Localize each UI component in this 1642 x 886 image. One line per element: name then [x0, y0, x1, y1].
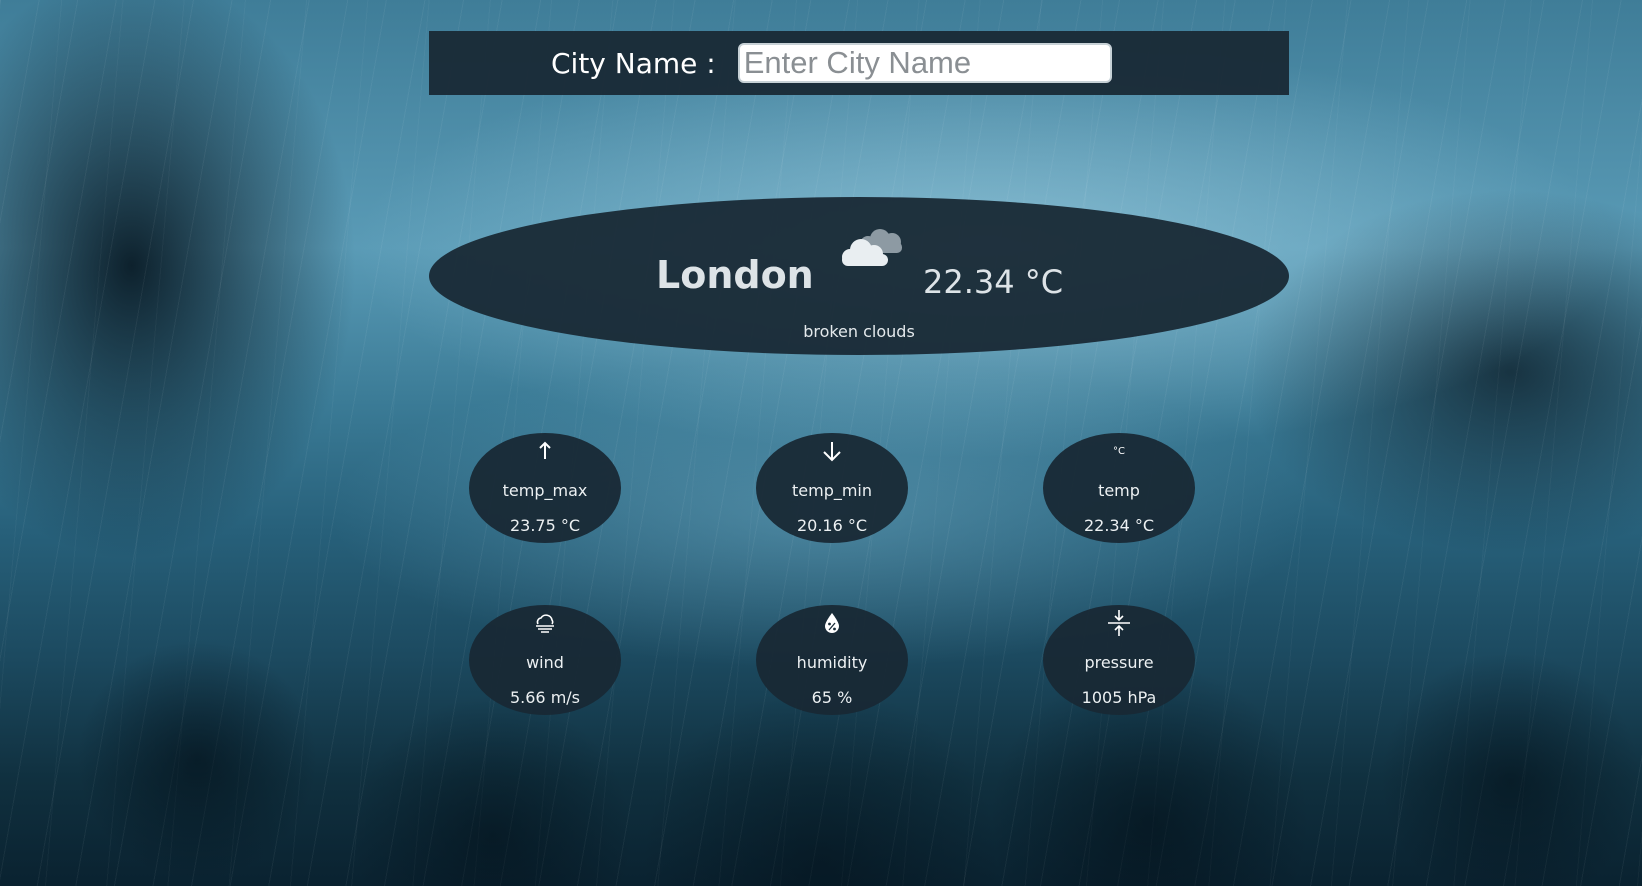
city-search-bar: City Name : [429, 31, 1289, 95]
stat-value: 65 % [811, 688, 853, 707]
current-temperature: 22.34 °C [923, 263, 1064, 301]
stat-label: temp_min [791, 481, 873, 500]
arrow-down-icon [756, 439, 908, 463]
stat-value: 5.66 m/s [509, 688, 581, 707]
stat-label: humidity [796, 653, 868, 672]
stat-humidity: humidity 65 % [756, 605, 908, 715]
city-name-label: City Name : [551, 46, 716, 80]
stat-temp-max: temp_max 23.75 °C [469, 433, 621, 543]
stat-pressure: pressure 1005 hPa [1043, 605, 1195, 715]
humidity-drop-icon [756, 611, 908, 635]
celsius-icon-text: °C [1113, 445, 1125, 457]
pressure-icon [1043, 610, 1195, 636]
stat-value: 1005 hPa [1081, 688, 1157, 707]
stat-value: 22.34 °C [1083, 516, 1155, 535]
city-name: London [656, 253, 814, 297]
stat-value: 23.75 °C [509, 516, 581, 535]
stat-temp: °C temp 22.34 °C [1043, 433, 1195, 543]
celsius-icon: °C [1043, 439, 1195, 463]
stat-wind: wind 5.66 m/s [469, 605, 621, 715]
stat-temp-min: temp_min 20.16 °C [756, 433, 908, 543]
stat-value: 20.16 °C [796, 516, 868, 535]
city-name-input[interactable] [737, 43, 1112, 83]
weather-description: broken clouds [803, 322, 915, 341]
stat-label: temp [1098, 481, 1140, 500]
wind-icon [469, 611, 621, 635]
broken-clouds-icon [842, 229, 902, 266]
stat-label: pressure [1084, 653, 1154, 672]
arrow-up-icon [469, 439, 621, 463]
stat-label: temp_max [502, 481, 588, 500]
stat-label: wind [526, 653, 564, 672]
